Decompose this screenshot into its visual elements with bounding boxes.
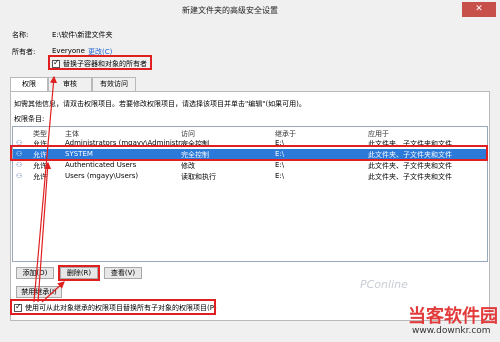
annotation-box-replace-children bbox=[10, 299, 216, 315]
tab-permissions[interactable]: 权限 bbox=[10, 77, 48, 92]
entries-label: 权限条目: bbox=[14, 115, 45, 123]
row-type: 允许 bbox=[33, 162, 47, 170]
annotation-box-owner bbox=[48, 55, 152, 70]
row-principal: Users (mgayy\Users) bbox=[65, 172, 139, 180]
watermark-brand: 当客软件园 bbox=[408, 306, 498, 327]
tab-effective-access[interactable]: 有效访问 bbox=[92, 77, 136, 91]
instructions-text: 如需其他信息，请双击权限项目。若要修改权限项目，请选择该项目并单击"编辑"(如果… bbox=[14, 100, 306, 108]
view-button[interactable]: 查看(V) bbox=[104, 267, 142, 279]
table-header: 类型 主体 访问 继承于 应用于 bbox=[13, 127, 487, 138]
user-group-icon: ⚇ bbox=[16, 172, 23, 180]
tab-auditing[interactable]: 审核 bbox=[48, 77, 92, 91]
title-bar: 新建文件夹的高级安全设置 ✕ bbox=[0, 0, 500, 20]
window-title: 新建文件夹的高级安全设置 bbox=[182, 6, 278, 15]
name-label: 名称: bbox=[12, 31, 29, 39]
disable-inheritance-button[interactable]: 禁用继承(I) bbox=[16, 286, 62, 298]
name-value: E:\软件\新建文件夹 bbox=[52, 31, 113, 39]
close-button[interactable]: ✕ bbox=[462, 2, 496, 17]
user-group-icon: ⚇ bbox=[16, 161, 23, 169]
row-applies: 此文件夹、子文件夹和文件 bbox=[368, 173, 452, 181]
row-principal: Authenticated Users bbox=[65, 161, 137, 169]
annotation-box-remove bbox=[58, 265, 100, 281]
row-type: 允许 bbox=[33, 173, 47, 181]
watermark-faint: PConline bbox=[360, 278, 408, 291]
table-row[interactable]: ⚇ 允许 Users (mgayy\Users) 读取和执行 E:\ 此文件夹、… bbox=[13, 171, 487, 181]
watermark-url: www.downkr.com bbox=[412, 326, 491, 336]
owner-value: Everyone bbox=[52, 47, 85, 55]
row-access: 修改 bbox=[181, 162, 195, 170]
dialog-body: 名称: E:\软件\新建文件夹 所有者: Everyone 更改(C) 替换子容… bbox=[0, 20, 500, 342]
row-inherited: E:\ bbox=[275, 172, 285, 180]
table-row[interactable]: ⚇ 允许 Authenticated Users 修改 E:\ 此文件夹、子文件… bbox=[13, 160, 487, 170]
owner-label: 所有者: bbox=[12, 48, 36, 56]
row-applies: 此文件夹、子文件夹和文件 bbox=[368, 162, 452, 170]
annotation-box-selected-row bbox=[10, 145, 488, 161]
row-inherited: E:\ bbox=[275, 161, 285, 169]
add-button[interactable]: 添加(D) bbox=[16, 267, 54, 279]
row-access: 读取和执行 bbox=[181, 173, 216, 181]
